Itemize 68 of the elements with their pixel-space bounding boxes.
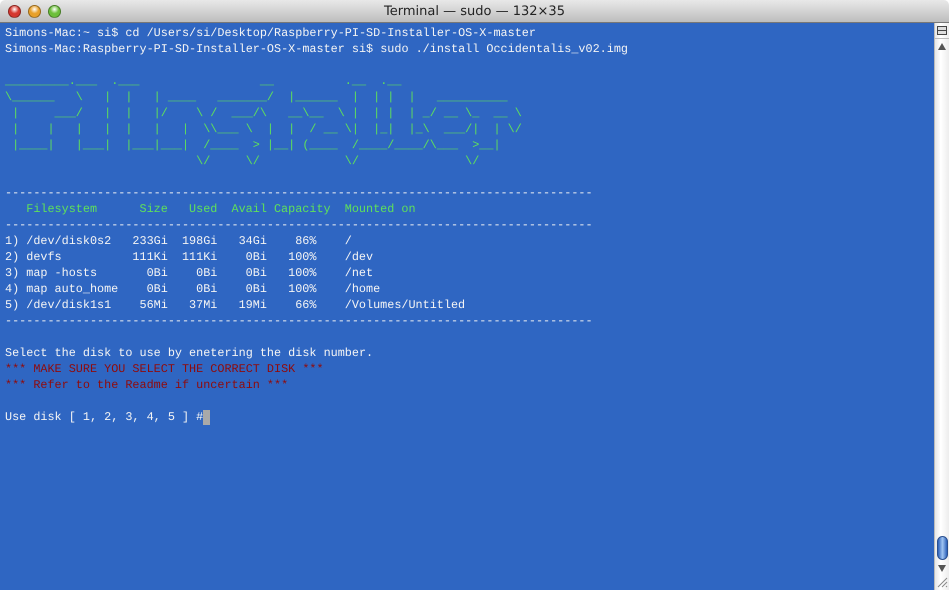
table-cell-text: 66% [294,297,316,313]
info-message: Select the disk to use by enetering the disk number. [5,345,374,361]
ascii-banner-line: |____| |___| |___|___| /____ > |__| (____ /____/____/\___ >__| [11,137,501,153]
table-cell-text: /dev/disk1s1 [26,297,112,313]
input-prompt: Use disk [ 1, 2, 3, 4, 5 ] # [5,409,204,425]
table-cell-text: 100% [287,265,316,281]
table-cell-text: 56Mi [138,297,168,313]
ascii-banner-line: \/ \/ \/ \/ [195,153,480,169]
table-cell-text: 0Bi [146,265,168,281]
warning-message: *** Refer to the Readme if uncertain *** [5,377,288,393]
table-cell-text: / [344,233,353,249]
separator-line: ----------------------------------------------------------------------------------- [5,185,593,201]
resize-grip-icon [936,577,948,588]
row-number: 2) [5,249,20,265]
table-cell-text: 37Mi [188,297,218,313]
table-cell-text: 0Bi [244,281,267,297]
table-cell-text: map auto_home [26,281,120,297]
table-cell-text: 111Ki [180,249,218,265]
table-cell: 111Ki [132,249,168,265]
separator-line: ----------------------------------------------------------------------------------- [5,217,593,233]
ascii-banner-line: | | | | | | | \\___ \ | | / __ \| |_| |_\ ___/| | \/ [11,121,522,137]
column-header: Filesystem [26,201,98,217]
table-cell-text: 0Bi [244,249,267,265]
window-title: Terminal — sudo — 132×35 [384,4,565,18]
down-triangle-icon [938,564,946,572]
ascii-banner-line: | ___/ | | |/ \ / ___/\ __\__ \ | | | | _/ __ \_ __ \ [11,105,522,121]
text-cursor [203,410,210,424]
scrollbar[interactable] [934,23,949,590]
table-cell-text: 0Bi [146,281,168,297]
table-cell-text: /home [344,281,382,297]
table-cell-text: 100% [287,281,316,297]
table-cell-text: 0Bi [195,281,218,297]
command-line: Simons-Mac:~ si$ cd /Users/si/Desktop/Raspberry-PI-SD-Installer-OS-X-master [5,25,536,41]
table-cell-text: 0Bi [195,265,218,281]
column-header: Avail [230,201,267,217]
minimize-button[interactable] [28,4,41,18]
table-cell-text: /Volumes/Untitled [344,297,466,313]
column-header: Used [188,201,218,217]
column-header: Size [138,201,168,217]
ascii-banner-line: _________.___ .___ __ .__ .__ [5,73,402,89]
row-number: 1) [5,233,20,249]
close-button[interactable] [8,4,21,18]
split-pane-icon [937,26,947,35]
ascii-banner-line: \______ \ | | | ____ _______/ |______ | | | | __________ [5,89,508,105]
table-cell-text: devfs [26,249,63,265]
table-cell-text: 34Gi [238,233,267,249]
row-number: 5) [5,297,20,313]
scroll-thumb[interactable] [936,536,948,560]
table-cell-text: 0Bi [244,265,267,281]
table-cell-text: /dev/disk0s2 [26,233,112,249]
table-cell-text: map -hosts [26,265,98,281]
row-number: 3) [5,265,20,281]
zoom-button[interactable] [48,4,61,18]
table-cell-text: 100% [287,249,316,265]
table-cell-text: 86% [294,233,316,249]
table-cell-text: 198Gi [180,233,218,249]
table-cell-text: 19Mi [238,297,267,313]
row-number: 4) [5,281,20,297]
table-cell-text: /dev [344,249,374,265]
separator-line: ----------------------------------------------------------------------------------- [5,313,593,329]
split-view-button[interactable] [935,23,949,39]
up-triangle-icon [938,42,946,50]
table-cell: 233Gi [132,233,168,249]
column-header: Mounted on [344,201,417,217]
warning-message: *** MAKE SURE YOU SELECT THE CORRECT DISK *** [5,361,324,377]
table-cell-text: /net [344,265,374,281]
column-header: Capacity [272,201,331,217]
command-line: Simons-Mac:Raspberry-PI-SD-Installer-OS-X-master si$ sudo ./install Occidentalis_v02.img [5,41,628,57]
